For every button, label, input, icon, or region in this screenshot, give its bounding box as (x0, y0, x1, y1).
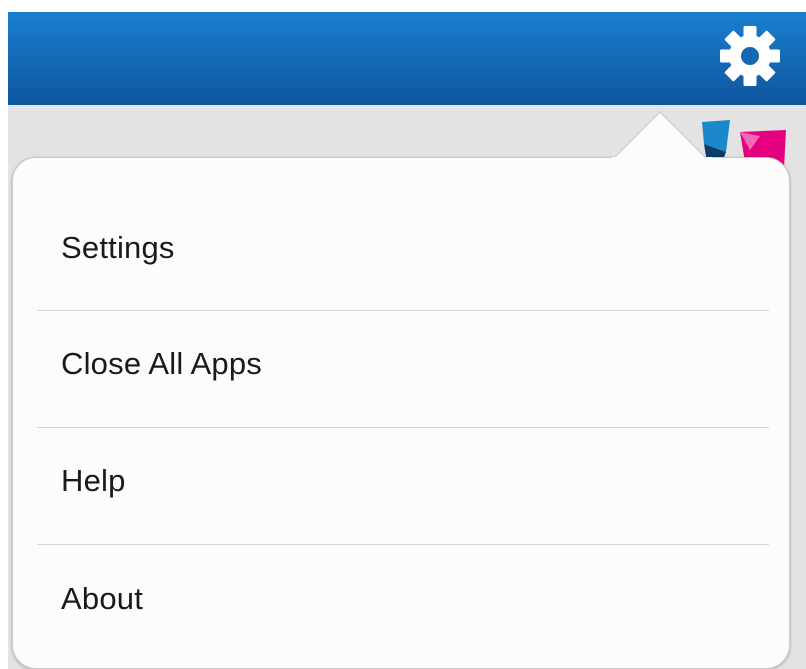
menu-item-label: About (61, 580, 144, 616)
gear-icon (720, 26, 780, 86)
header-bar (8, 12, 806, 105)
menu-item-about[interactable]: About (37, 545, 769, 662)
app-window: Settings Close All Apps Help About (0, 0, 806, 669)
menu-item-label: Close All Apps (61, 346, 262, 381)
menu-item-label: Settings (61, 230, 175, 265)
menu-list: Settings Close All Apps Help About (37, 196, 769, 662)
menu-item-label: Help (61, 463, 126, 498)
menu-caret (612, 111, 712, 160)
menu-item-close-all-apps[interactable]: Close All Apps (37, 311, 769, 428)
menu-item-settings[interactable]: Settings (37, 196, 769, 311)
settings-gear-button[interactable] (716, 22, 784, 90)
settings-menu-popup: Settings Close All Apps Help About (12, 157, 790, 669)
menu-item-help[interactable]: Help (37, 428, 769, 545)
